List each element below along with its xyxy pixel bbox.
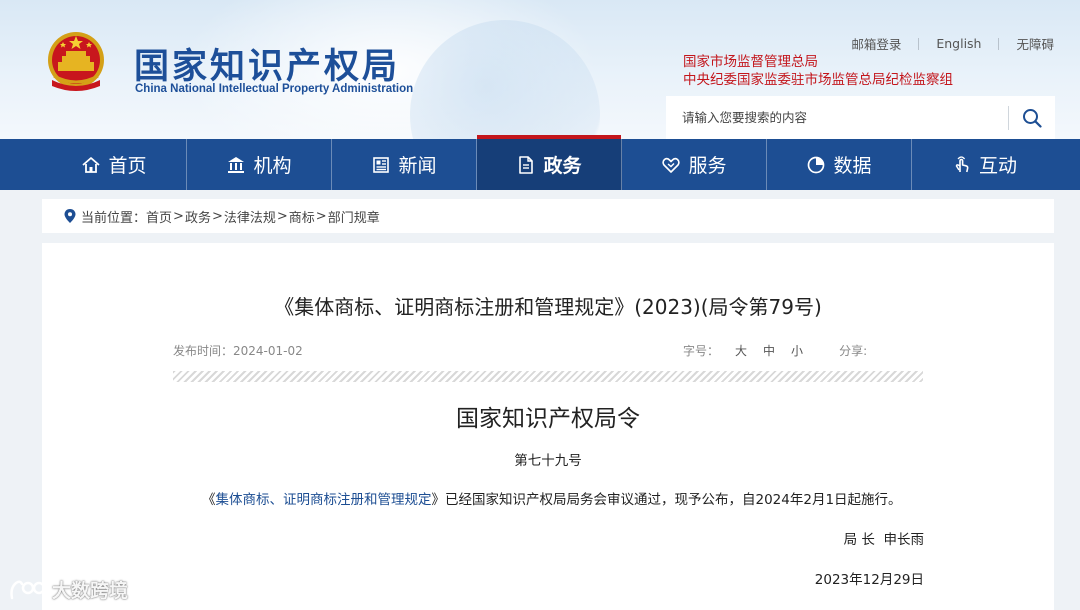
signature: 局 长 申长雨 [843,532,924,548]
font-size-label: 字号： [683,344,720,358]
document-icon [516,155,536,175]
font-size-medium-button[interactable]: 中 [763,342,775,359]
email-login-link[interactable]: 邮箱登录 [851,34,901,53]
nav-item-label: 互动 [978,155,1017,177]
breadcrumb-government-affairs[interactable]: 政务 [185,207,211,226]
nav-item-interaction[interactable]: 互动 [912,139,1057,190]
site-header: 国家知识产权局 China National Intellectual Prop… [0,0,1080,139]
english-link[interactable]: English [936,36,981,51]
nav-item-services[interactable]: 服务 [622,139,767,190]
institution-icon [226,155,246,175]
publish-date: 2024-01-02 [233,344,303,358]
article-panel: 《集体商标、证明商标注册和管理规定》(2023)(局令第79号) 发布时间：20… [42,243,1054,610]
publish-info: 发布时间：2024-01-02 [173,342,303,359]
divider [998,37,1000,50]
breadcrumb-laws[interactable]: 法律法规 [224,207,276,226]
breadcrumb: 当前位置： 首页 > 政务 > 法律法规 > 商标 > 部门规章 [42,199,1054,233]
nav-item-label: 服务 [688,155,727,177]
breadcrumb-prefix: 当前位置： [81,210,147,226]
hatched-divider [173,371,923,382]
national-emblem-logo[interactable] [44,30,108,96]
main-nav: 首页 机构 新闻 政务 服务 数据 互动 [0,135,1080,190]
nav-item-home[interactable]: 首页 [42,139,187,190]
search-icon [1023,108,1042,128]
pie-chart-icon [806,155,826,175]
breadcrumb-home[interactable]: 首页 [146,207,172,226]
quote-open: 《 [202,492,216,508]
discipline-inspection-link[interactable]: 中央纪委国家监委驻市场监管总局纪检监察组 [683,71,953,89]
article-title: 《集体商标、证明商标注册和管理规定》(2023)(局令第79号) [274,295,822,319]
search-input[interactable] [666,96,1008,139]
nav-item-label: 机构 [253,155,292,177]
document-date: 2023年12月29日 [814,572,924,588]
breadcrumb-trademark[interactable]: 商标 [289,207,315,226]
site-subtitle: China National Intellectual Property Adm… [135,83,414,95]
body-text: 已经国家知识产权局局务会审议通过，现予公布，自2024年2月1日起施行。 [445,492,902,508]
breadcrumb-separator: > [173,208,184,224]
breadcrumb-separator: > [276,208,288,224]
quote-close: 》 [431,492,446,508]
breadcrumb-department-rules[interactable]: 部门规章 [328,207,380,226]
home-icon [81,155,101,175]
font-size-small-button[interactable]: 小 [791,342,803,359]
location-pin-icon [64,209,76,223]
nav-item-data[interactable]: 数据 [767,139,912,190]
watermark-text: 大数跨境 [52,580,129,602]
top-links: 邮箱登录 English 无障碍 [851,34,1054,53]
nav-item-government-affairs[interactable]: 政务 [477,135,622,190]
handshake-icon [661,155,681,175]
share-label[interactable]: 分享: [839,342,867,359]
affiliate-links: 国家市场监督管理总局 中央纪委国家监委驻市场监管总局纪检监察组 [683,53,953,89]
samr-link[interactable]: 国家市场监督管理总局 [683,53,953,71]
nav-item-news[interactable]: 新闻 [332,139,477,190]
nav-item-institution[interactable]: 机构 [187,139,332,190]
breadcrumb-separator: > [211,208,223,224]
pointer-hand-icon [952,155,972,175]
nav-item-label: 数据 [833,155,872,177]
divider [918,37,920,50]
search-button[interactable] [1009,96,1055,139]
nav-item-label: 新闻 [398,155,437,177]
accessibility-link[interactable]: 无障碍 [1016,34,1054,53]
document-heading: 国家知识产权局令 [456,406,640,432]
search-box [666,96,1055,139]
nav-item-label: 政务 [543,155,582,177]
newspaper-icon [371,155,391,175]
publish-label: 发布时间： [173,344,234,358]
watermark: 大数跨境 [8,576,128,603]
document-body: 《集体商标、证明商标注册和管理规定》已经国家知识产权局局务会审议通过，现予公布，… [202,488,902,508]
regulation-link[interactable]: 集体商标、证明商标注册和管理规定 [216,492,432,508]
watermark-logo-icon [10,579,46,599]
font-size-large-button[interactable]: 大 [735,342,747,359]
nav-item-label: 首页 [108,155,147,177]
site-title[interactable]: 国家知识产权局 [134,38,400,89]
article-tools: 字号： 大 中 小 分享: [683,342,867,359]
breadcrumb-separator: > [315,208,327,224]
document-number: 第七十九号 [514,453,582,469]
